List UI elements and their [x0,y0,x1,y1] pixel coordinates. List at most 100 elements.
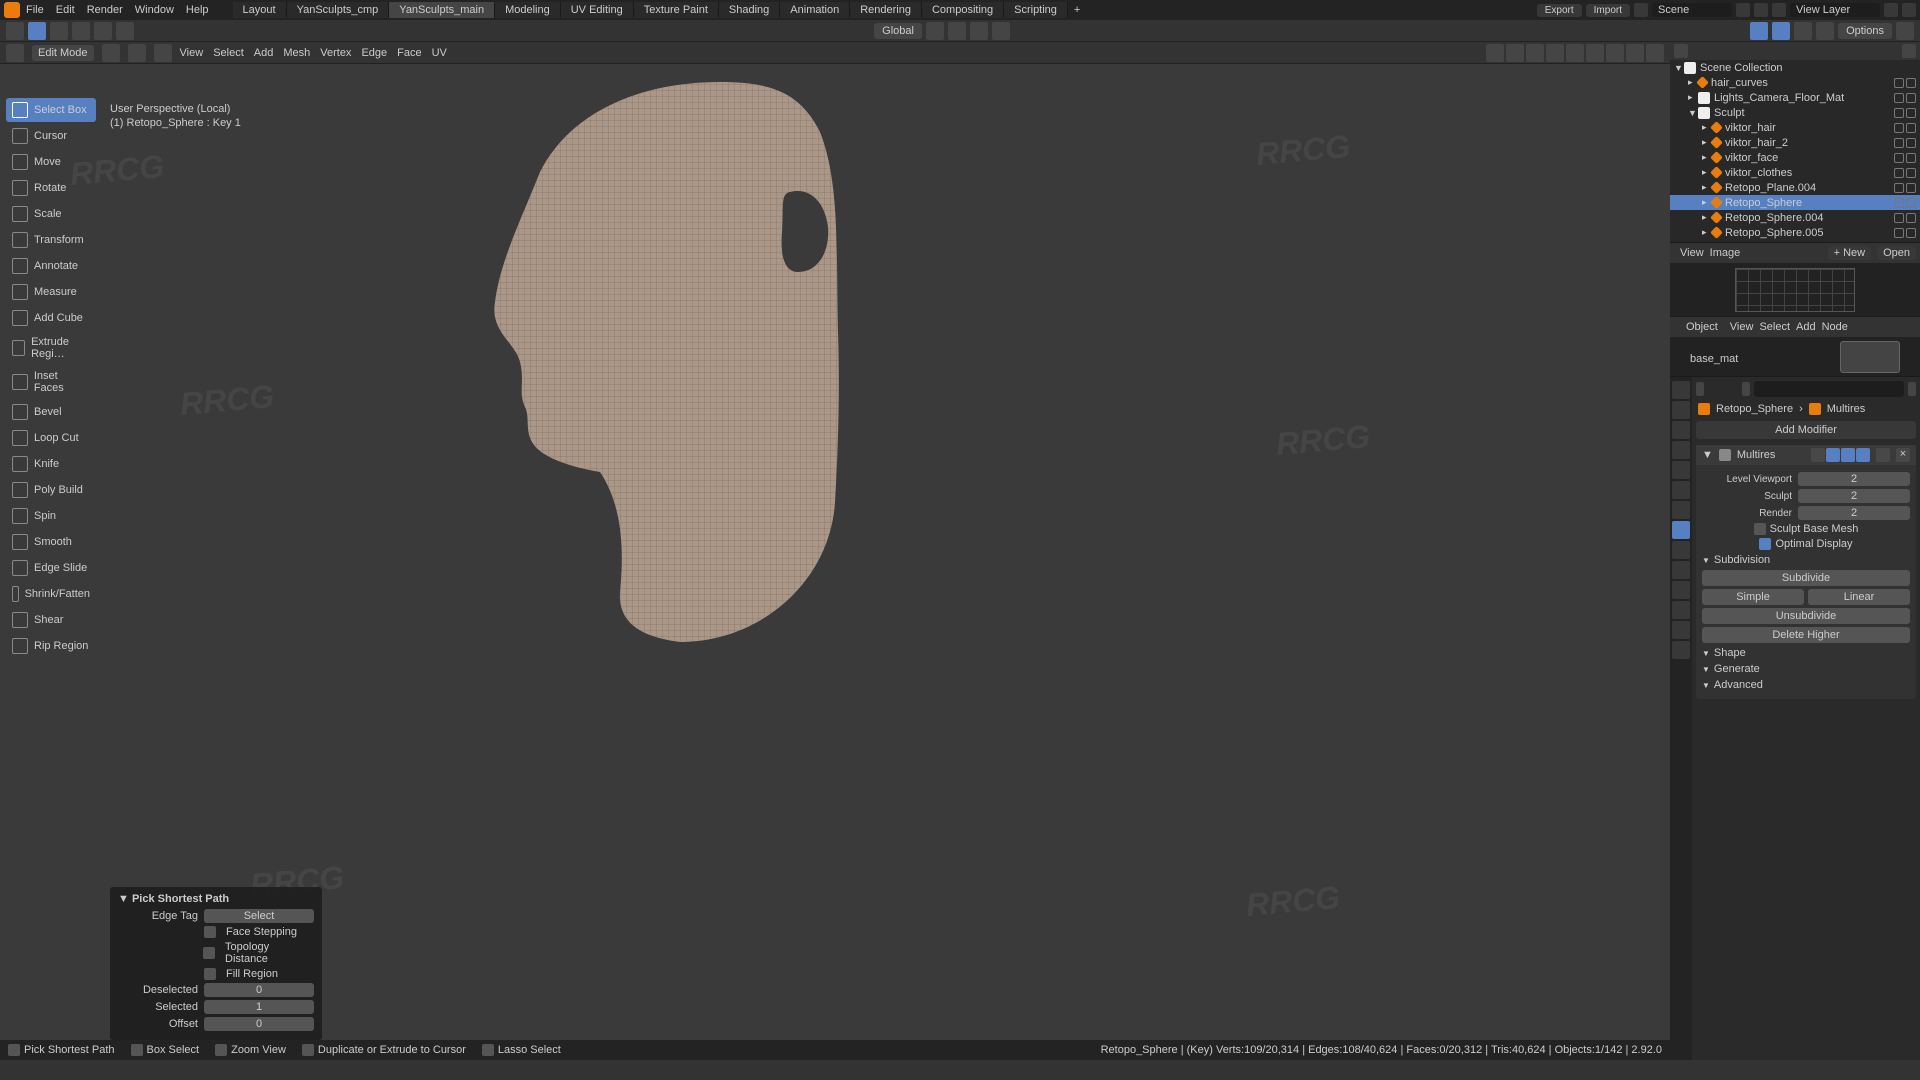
props-tab-world[interactable] [1672,481,1690,499]
outliner-filter2-icon[interactable] [1902,44,1916,58]
props-tab-viewlayer[interactable] [1672,441,1690,459]
operator-title[interactable]: ▼ Pick Shortest Path [118,893,314,905]
props-tab-data[interactable] [1672,601,1690,619]
delete-higher-button[interactable]: Delete Higher [1702,627,1910,643]
mod-more-icon[interactable] [1876,448,1890,462]
snap-icon[interactable] [926,22,944,40]
viewport-menu-mesh[interactable]: Mesh [283,47,310,59]
props-tab-constraint[interactable] [1672,581,1690,599]
deselected-value[interactable]: 0 [204,983,314,997]
tab-compositing[interactable]: Compositing [922,2,1004,18]
props-type-icon[interactable] [1696,382,1704,396]
linear-button[interactable]: Linear [1808,589,1910,605]
editor-type-icon[interactable] [6,44,24,62]
mod-realtime-toggle[interactable] [1841,448,1855,462]
outliner-item-retopo-plane-004[interactable]: ▸Retopo_Plane.004 [1670,180,1920,195]
imged-view-menu[interactable]: View [1680,247,1704,259]
tool-rotate[interactable]: Rotate [6,176,96,200]
help-menu[interactable]: Help [186,4,209,16]
imged-new-button[interactable]: + New [1828,246,1872,260]
viewport-menu-select[interactable]: Select [213,47,244,59]
tool-knife[interactable]: Knife [6,452,96,476]
outliner-item-viktor-hair[interactable]: ▸viktor_hair [1670,120,1920,135]
mod-cage-toggle[interactable] [1826,448,1840,462]
advanced-header[interactable]: Advanced [1702,679,1910,691]
outliner-item-sculpt[interactable]: ▼Sculpt [1670,105,1920,120]
tool-scale[interactable]: Scale [6,202,96,226]
tool-poly-build[interactable]: Poly Build [6,478,96,502]
outliner[interactable]: ▼Scene Collection ▸hair_curves▸Lights_Ca… [1670,60,1920,242]
options-dropdown[interactable]: Options [1838,23,1892,39]
tool-inset-faces[interactable]: Inset Faces [6,366,96,398]
noded-view-menu[interactable]: View [1730,321,1754,333]
tool-add-cube[interactable]: Add Cube [6,306,96,330]
simple-button[interactable]: Simple [1702,589,1804,605]
tool-rip-region[interactable]: Rip Region [6,634,96,658]
tool-move[interactable]: Move [6,150,96,174]
shading-wire-icon[interactable] [1566,44,1584,62]
orientation-dropdown[interactable]: Global [874,23,922,39]
props-search-input[interactable] [1754,381,1904,397]
tool-extrude-regi-[interactable]: Extrude Regi… [6,332,96,364]
outliner-filter-icon[interactable] [1674,44,1688,58]
tool-loop-cut[interactable]: Loop Cut [6,426,96,450]
tool-select-box[interactable]: Select Box [6,98,96,122]
shading-render-icon[interactable] [1626,44,1644,62]
edge-select-icon[interactable] [128,44,146,62]
tool-cursor[interactable]: Cursor [6,124,96,148]
shader-node[interactable] [1840,341,1900,373]
tab-uv-editing[interactable]: UV Editing [561,2,634,18]
select-icon[interactable] [50,22,68,40]
gizmo-icon[interactable] [1506,44,1524,62]
render-menu[interactable]: Render [87,4,123,16]
scene-field[interactable]: Scene [1652,3,1732,17]
outliner-item-retopo-sphere-005[interactable]: ▸Retopo_Sphere.005 [1670,225,1920,240]
unsubdivide-button[interactable]: Unsubdivide [1702,608,1910,624]
mesh-vert-icon[interactable] [1750,22,1768,40]
imged-open-button[interactable]: Open [1877,246,1916,260]
tab-texture-paint[interactable]: Texture Paint [634,2,719,18]
props-tab-output[interactable] [1672,421,1690,439]
viewport-menu-add[interactable]: Add [254,47,274,59]
select-icon-3[interactable] [94,22,112,40]
tool-spin[interactable]: Spin [6,504,96,528]
viewlayer-field[interactable]: View Layer [1790,3,1880,17]
tab-yansculpts-main[interactable]: YanSculpts_main [389,2,495,18]
props-tab-texture[interactable] [1672,641,1690,659]
lvl-render-value[interactable]: 2 [1798,506,1910,520]
viewport-menu-view[interactable]: View [180,47,204,59]
mod-render-toggle[interactable] [1856,448,1870,462]
outliner-scene-collection[interactable]: ▼Scene Collection [1670,60,1920,75]
add-modifier-button[interactable]: Add Modifier [1696,421,1916,439]
tab-shading[interactable]: Shading [719,2,780,18]
mode-dropdown[interactable]: Edit Mode [32,45,94,61]
overlay-icon[interactable] [1526,44,1544,62]
tool-bevel[interactable]: Bevel [6,400,96,424]
noded-add-menu[interactable]: Add [1796,321,1816,333]
fill-region-checkbox[interactable] [204,968,216,980]
props-tab-render[interactable] [1672,401,1690,419]
props-tab-scene[interactable] [1672,461,1690,479]
mod-edit-toggle[interactable] [1811,448,1825,462]
tool-measure[interactable]: Measure [6,280,96,304]
add-tab-button[interactable]: + [1068,2,1086,18]
outliner-item-lights-camera-floor-mat[interactable]: ▸Lights_Camera_Floor_Mat [1670,90,1920,105]
generate-header[interactable]: Generate [1702,663,1910,675]
viewport-3d[interactable]: Edit Mode ViewSelectAddMeshVertexEdgeFac… [0,42,1670,1060]
outliner-item-hair-curves[interactable]: ▸hair_curves [1670,75,1920,90]
export-button[interactable]: Export [1537,4,1582,17]
vert-select-icon[interactable] [102,44,120,62]
offset-value[interactable]: 0 [204,1017,314,1031]
viewport-menu-edge[interactable]: Edge [361,47,387,59]
scene-new-icon[interactable] [1736,3,1750,17]
subdivision-header[interactable]: Subdivision [1702,554,1910,566]
shape-header[interactable]: Shape [1702,647,1910,659]
cursor-icon[interactable] [28,22,46,40]
props-filter-icon[interactable] [1908,382,1916,396]
shading-solid-icon[interactable] [1586,44,1604,62]
tab-yansculpts-cmp[interactable]: YanSculpts_cmp [287,2,390,18]
props-tab-object[interactable] [1672,501,1690,519]
visibility-icon[interactable] [1486,44,1504,62]
tool-annotate[interactable]: Annotate [6,254,96,278]
outliner-item-retopo-sphere-004[interactable]: ▸Retopo_Sphere.004 [1670,210,1920,225]
